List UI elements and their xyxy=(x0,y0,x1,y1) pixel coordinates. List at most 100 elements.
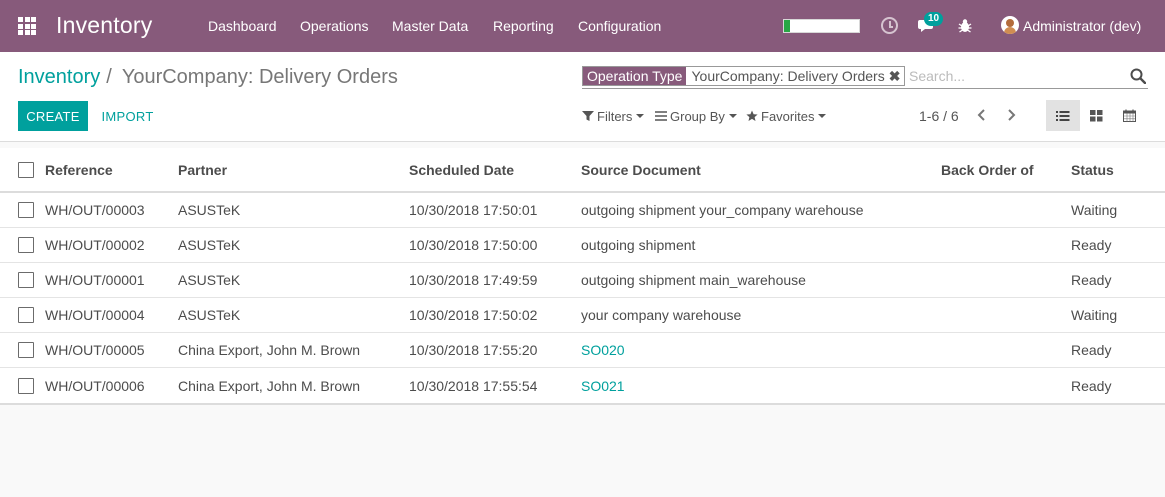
menu-operations[interactable]: Operations xyxy=(300,0,368,52)
filter-icon xyxy=(582,111,594,121)
cell-status: Waiting xyxy=(1071,307,1118,323)
kanban-view-button[interactable] xyxy=(1079,100,1113,131)
menu-dashboard[interactable]: Dashboard xyxy=(208,0,277,52)
filters-dropdown[interactable]: Filters xyxy=(582,108,645,124)
filters-label: Filters xyxy=(597,108,633,124)
cell-source-document: outgoing shipment xyxy=(581,237,696,253)
cell-reference: WH/OUT/00003 xyxy=(45,202,145,218)
user-avatar[interactable] xyxy=(1001,16,1019,34)
delivery-orders-table: Reference Partner Scheduled Date Source … xyxy=(0,148,1165,405)
table-header: Reference Partner Scheduled Date Source … xyxy=(0,148,1165,193)
menu-master-data[interactable]: Master Data xyxy=(392,0,468,52)
row-checkbox[interactable] xyxy=(18,202,34,218)
favorites-dropdown[interactable]: Favorites xyxy=(746,108,827,124)
row-checkbox[interactable] xyxy=(18,237,34,253)
create-button[interactable]: CREATE xyxy=(18,101,88,131)
cell-reference: WH/OUT/00006 xyxy=(45,377,145,394)
user-menu[interactable]: Administrator (dev) xyxy=(1023,0,1141,52)
pager-next-icon[interactable] xyxy=(1003,107,1019,123)
breadcrumb-separator: / xyxy=(106,66,112,88)
messages-count-badge: 10 xyxy=(924,12,944,26)
cell-scheduled-date: 10/30/2018 17:55:54 xyxy=(409,377,538,394)
cell-partner: China Export, John M. Brown xyxy=(178,342,361,358)
cell-source-document: outgoing shipment main_warehouse xyxy=(581,272,806,288)
cell-status: Ready xyxy=(1071,237,1112,253)
cell-source-document: your company warehouse xyxy=(581,307,742,323)
cell-scheduled-date: 10/30/2018 17:55:20 xyxy=(409,342,538,358)
cell-reference: WH/OUT/00001 xyxy=(45,272,145,288)
calendar-view-button[interactable] xyxy=(1112,100,1146,131)
column-header-source-document[interactable]: Source Document xyxy=(581,162,701,178)
chevron-down-icon xyxy=(728,114,737,118)
row-checkbox[interactable] xyxy=(18,272,34,288)
apps-menu-icon[interactable] xyxy=(18,17,36,35)
debug-bug-icon[interactable] xyxy=(956,17,974,35)
cell-scheduled-date: 10/30/2018 17:50:00 xyxy=(409,237,538,253)
source-document-link[interactable]: SO020 xyxy=(581,342,625,358)
column-header-back-order-of[interactable]: Back Order of xyxy=(941,162,1034,178)
group-by-bars-icon xyxy=(655,111,667,121)
breadcrumb: Inventory / YourCompany: Delivery Orders xyxy=(18,66,398,89)
list-view-button[interactable] xyxy=(1046,100,1080,131)
cell-reference: WH/OUT/00005 xyxy=(45,342,145,358)
breadcrumb-inventory-link[interactable]: Inventory xyxy=(18,66,100,89)
cell-source-document: outgoing shipment your_company warehouse xyxy=(581,202,864,218)
pager-previous-icon[interactable] xyxy=(974,107,990,123)
cell-partner: ASUSTeK xyxy=(178,272,241,288)
cell-status: Ready xyxy=(1071,272,1112,288)
menu-reporting[interactable]: Reporting xyxy=(493,0,554,52)
column-header-reference[interactable]: Reference xyxy=(45,162,113,178)
calendar-view-icon xyxy=(1122,109,1136,122)
group-by-dropdown[interactable]: Group By xyxy=(655,108,737,124)
table-row[interactable]: WH/OUT/00001 ASUSTeK 10/30/2018 17:49:59… xyxy=(0,263,1165,298)
cell-reference: WH/OUT/00002 xyxy=(45,237,145,253)
table-row[interactable]: WH/OUT/00002 ASUSTeK 10/30/2018 17:50:00… xyxy=(0,228,1165,263)
group-by-label: Group By xyxy=(670,108,725,124)
row-checkbox[interactable] xyxy=(18,377,34,394)
loading-progress-bar xyxy=(783,19,860,33)
search-facet: Operation Type YourCompany: Delivery Ord… xyxy=(582,66,906,86)
menu-configuration[interactable]: Configuration xyxy=(578,0,661,52)
cell-status: Ready xyxy=(1071,377,1112,394)
cell-partner: ASUSTeK xyxy=(178,237,241,253)
table-row[interactable]: WH/OUT/00005 China Export, John M. Brown… xyxy=(0,333,1165,368)
app-title[interactable]: Inventory xyxy=(56,12,152,39)
kanban-view-icon xyxy=(1089,109,1102,121)
cell-scheduled-date: 10/30/2018 17:50:01 xyxy=(409,202,538,218)
select-all-checkbox[interactable] xyxy=(18,161,34,178)
cell-status: Ready xyxy=(1071,342,1112,358)
table-row[interactable]: WH/OUT/00006 China Export, John M. Brown… xyxy=(0,368,1165,403)
facet-category: Operation Type xyxy=(583,67,687,85)
row-checkbox[interactable] xyxy=(18,342,34,358)
list-view-icon xyxy=(1056,110,1070,121)
chevron-down-icon xyxy=(636,114,645,118)
cell-partner: ASUSTeK xyxy=(178,307,241,323)
source-document-link[interactable]: SO021 xyxy=(581,378,625,394)
search-input[interactable] xyxy=(909,66,1109,86)
progress-fill xyxy=(784,20,790,32)
facet-remove-icon[interactable]: ✖ xyxy=(888,67,905,85)
column-header-scheduled-date[interactable]: Scheduled Date xyxy=(409,162,514,178)
import-button[interactable]: IMPORT xyxy=(100,101,155,131)
cell-status: Waiting xyxy=(1071,202,1118,218)
facet-value: YourCompany: Delivery Orders xyxy=(686,67,889,85)
cell-scheduled-date: 10/30/2018 17:49:59 xyxy=(409,272,538,288)
table-row[interactable]: WH/OUT/00004 ASUSTeK 10/30/2018 17:50:02… xyxy=(0,298,1165,333)
favorites-label: Favorites xyxy=(761,108,815,124)
chevron-down-icon xyxy=(818,114,827,118)
search-bar: Operation Type YourCompany: Delivery Ord… xyxy=(582,64,1148,89)
table-row[interactable]: WH/OUT/00003 ASUSTeK 10/30/2018 17:50:01… xyxy=(0,193,1165,228)
top-navbar: Inventory Dashboard Operations Master Da… xyxy=(0,0,1165,52)
column-header-partner[interactable]: Partner xyxy=(178,162,227,178)
column-header-status[interactable]: Status xyxy=(1071,162,1114,178)
search-icon[interactable] xyxy=(1130,68,1146,84)
clock-icon[interactable] xyxy=(881,17,898,34)
cell-reference: WH/OUT/00004 xyxy=(45,307,145,323)
cell-partner: ASUSTeK xyxy=(178,202,241,218)
control-panel: Inventory / YourCompany: Delivery Orders… xyxy=(0,52,1165,142)
page-title: YourCompany: Delivery Orders xyxy=(121,66,398,88)
row-checkbox[interactable] xyxy=(18,307,34,323)
star-icon xyxy=(746,110,758,121)
cell-partner: China Export, John M. Brown xyxy=(178,377,361,394)
pager-value[interactable]: 1-6 / 6 xyxy=(919,108,959,124)
